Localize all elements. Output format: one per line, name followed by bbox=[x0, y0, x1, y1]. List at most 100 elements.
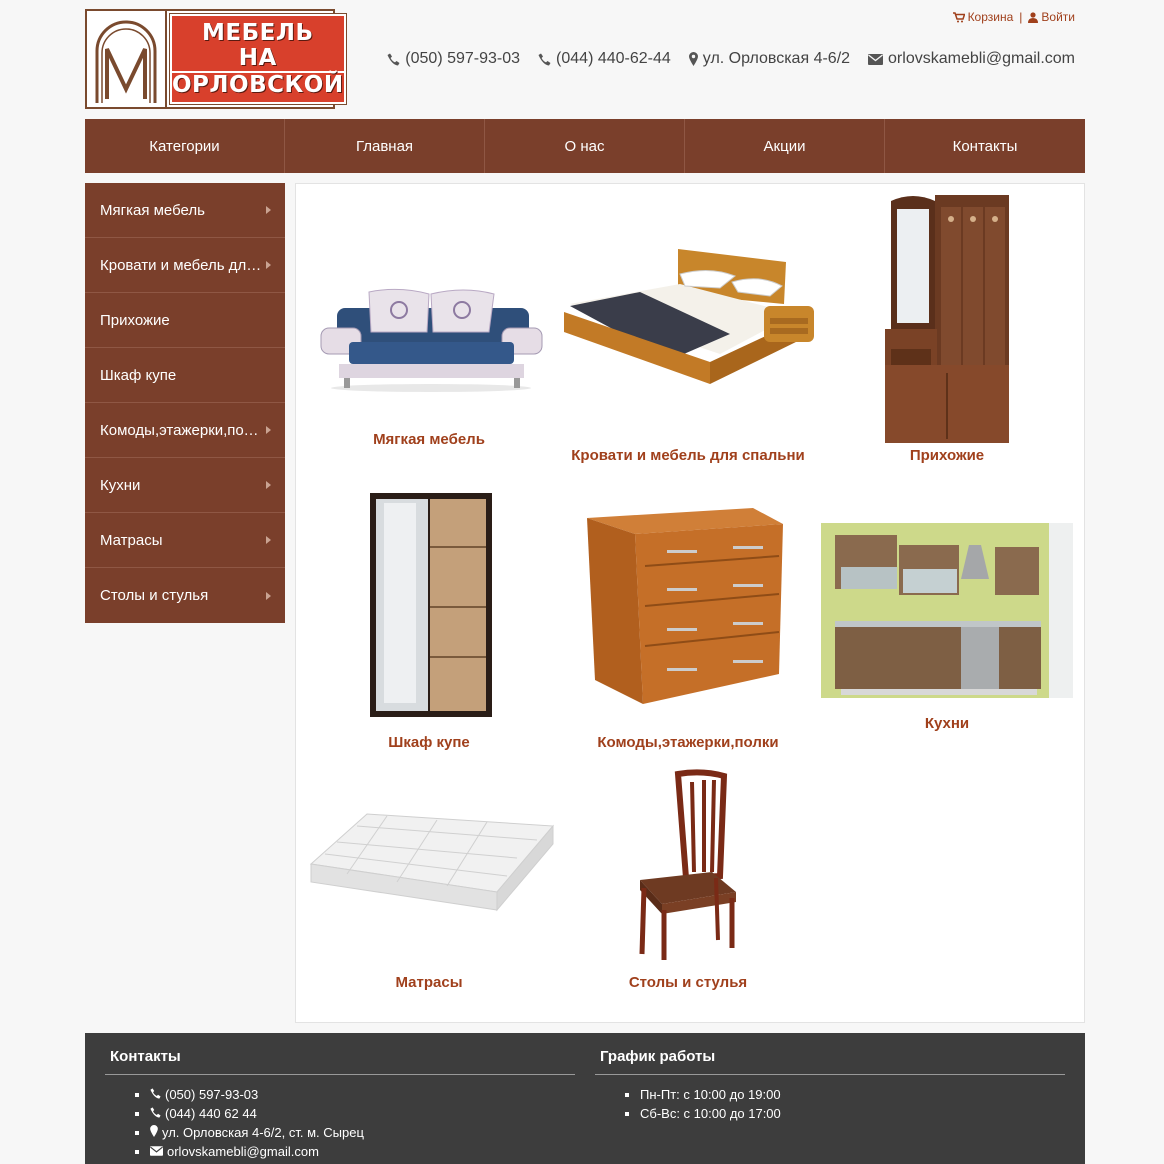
sidebar-item-mattresses[interactable]: Матрасы bbox=[85, 513, 285, 568]
sidebar-item-kitchens[interactable]: Кухни bbox=[85, 458, 285, 513]
sidebar-item-label: Кровати и мебель для спальни bbox=[100, 256, 265, 274]
caret-right-icon bbox=[266, 481, 271, 489]
login-label: Войти bbox=[1041, 10, 1075, 24]
caret-right-icon bbox=[266, 261, 271, 269]
sidebar-item-label: Матрасы bbox=[100, 531, 163, 549]
hallway-image bbox=[885, 195, 1009, 443]
footer-address: ул. Орловская 4-6/2, ст. м. Сырец bbox=[150, 1123, 575, 1142]
category-grid: Мягкая мебель Кровати и мебель для спаль… bbox=[295, 183, 1085, 1023]
logo-emblem bbox=[87, 11, 167, 107]
category-title: Мягкая мебель bbox=[373, 431, 485, 448]
phone-icon bbox=[150, 1106, 161, 1121]
cart-label: Корзина bbox=[967, 10, 1014, 24]
site-logo[interactable]: МЕБЕЛЬ НА ОРЛОВСКОЙ bbox=[85, 9, 347, 109]
footer-email[interactable]: orlovskamebli@gmail.com bbox=[150, 1142, 575, 1161]
category-tile-dressers[interactable]: Комоды,этажерки,полки bbox=[558, 504, 818, 754]
header-phone-2[interactable]: (044) 440-62-44 bbox=[538, 50, 671, 68]
sidebar-item-label: Кухни bbox=[100, 476, 141, 494]
phone-icon bbox=[538, 53, 551, 65]
footer-address-text: ул. Орловская 4-6/2, ст. м. Сырец bbox=[162, 1125, 364, 1140]
logo-line-3: ОРЛОВСКОЙ bbox=[172, 71, 344, 98]
header-email[interactable]: orlovskamebli@gmail.com bbox=[868, 50, 1075, 68]
category-tile-hallways[interactable]: Прихожие bbox=[817, 189, 1077, 469]
footer-phone-2-text: (044) 440 62 44 bbox=[165, 1106, 257, 1121]
sidebar-item-label: Шкаф купе bbox=[100, 366, 177, 384]
category-title: Шкаф купе bbox=[388, 734, 470, 751]
header-phone-1-text: (050) 597-93-03 bbox=[405, 50, 521, 67]
logo-line-2: НА bbox=[238, 44, 277, 71]
cart-icon bbox=[952, 11, 965, 22]
sofa-image bbox=[320, 288, 543, 392]
header-address-text: ул. Орловская 4-6/2 bbox=[702, 50, 851, 67]
category-tile-kitchens[interactable]: Кухни bbox=[817, 519, 1077, 749]
footer-contacts-title: Контакты bbox=[105, 1033, 575, 1075]
nav-item-categories[interactable]: Категории bbox=[85, 119, 285, 173]
user-icon bbox=[1028, 11, 1039, 23]
caret-right-icon bbox=[266, 591, 271, 600]
caret-right-icon bbox=[266, 536, 271, 544]
chair-image bbox=[639, 769, 736, 960]
category-tile-beds[interactable]: Кровати и мебель для спальни bbox=[558, 244, 818, 474]
kitchen-image bbox=[821, 523, 1073, 698]
map-marker-icon bbox=[688, 52, 698, 66]
mattress-image bbox=[309, 813, 555, 912]
login-link[interactable]: Войти bbox=[1028, 10, 1075, 24]
footer-contacts: Контакты (050) 597-93-03 (044) 440 62 44… bbox=[105, 1033, 575, 1161]
category-tile-wardrobes[interactable]: Шкаф купе bbox=[299, 489, 559, 751]
header-address: ул. Орловская 4-6/2 bbox=[688, 50, 851, 68]
sidebar-item-tables-chairs[interactable]: Столы и стулья bbox=[85, 568, 285, 623]
sidebar-item-dressers[interactable]: Комоды,этажерки,полки bbox=[85, 403, 285, 458]
category-title: Кухни bbox=[924, 715, 970, 732]
sidebar-item-label: Прихожие bbox=[100, 311, 170, 329]
header-contacts: (050) 597-93-03 (044) 440-62-44 ул. Орло… bbox=[387, 50, 1075, 68]
sidebar-item-wardrobes[interactable]: Шкаф купе bbox=[85, 348, 285, 403]
links-separator: | bbox=[1019, 10, 1023, 24]
phone-icon bbox=[150, 1087, 161, 1102]
footer-phone-1[interactable]: (050) 597-93-03 bbox=[150, 1085, 575, 1104]
sidebar-item-beds[interactable]: Кровати и мебель для спальни bbox=[85, 238, 285, 293]
phone-icon bbox=[387, 53, 400, 65]
envelope-icon bbox=[868, 53, 884, 65]
nav-item-about[interactable]: О нас bbox=[485, 119, 685, 173]
logo-line-1: МЕБЕЛЬ bbox=[202, 19, 314, 46]
footer-phone-2[interactable]: (044) 440 62 44 bbox=[150, 1104, 575, 1123]
category-title: Комоды,этажерки,полки bbox=[597, 734, 779, 751]
main-nav: Категории Главная О нас Акции Контакты bbox=[85, 119, 1085, 173]
caret-right-icon bbox=[266, 206, 271, 214]
sidebar-item-label: Комоды,этажерки,полки bbox=[100, 421, 265, 439]
category-title: Прихожие bbox=[909, 447, 985, 464]
header-phone-1[interactable]: (050) 597-93-03 bbox=[387, 50, 520, 68]
nav-item-contacts[interactable]: Контакты bbox=[885, 119, 1085, 173]
account-links: Корзина | Войти bbox=[952, 10, 1075, 24]
sidebar-item-hallways[interactable]: Прихожие bbox=[85, 293, 285, 348]
footer-schedule: График работы Пн-Пт: с 10:00 до 19:00 Сб… bbox=[595, 1033, 1065, 1123]
map-marker-icon bbox=[150, 1125, 158, 1140]
dresser-image bbox=[587, 508, 783, 704]
nav-item-promotions[interactable]: Акции bbox=[685, 119, 885, 173]
category-title: Кровати и мебель для спальни bbox=[571, 447, 805, 464]
wardrobe-image bbox=[370, 493, 492, 717]
header-phone-2-text: (044) 440-62-44 bbox=[556, 50, 671, 67]
sidebar-item-soft-furniture[interactable]: Мягкая мебель bbox=[85, 183, 285, 238]
sidebar-item-label: Столы и стулья bbox=[100, 587, 209, 604]
category-title: Столы и стулья bbox=[628, 974, 748, 991]
schedule-weekends: Сб-Вс: с 10:00 до 17:00 bbox=[640, 1104, 1065, 1123]
category-tile-mattresses[interactable]: Матрасы bbox=[299, 764, 559, 994]
footer-phone-1-text: (050) 597-93-03 bbox=[165, 1087, 259, 1102]
bed-image bbox=[564, 249, 814, 384]
schedule-weekdays: Пн-Пт: с 10:00 до 19:00 bbox=[640, 1085, 1065, 1104]
category-sidebar: Мягкая мебель Кровати и мебель для спаль… bbox=[85, 183, 285, 623]
header-email-text: orlovskamebli@gmail.com bbox=[888, 50, 1075, 67]
logo-wordmark: МЕБЕЛЬ НА ОРЛОВСКОЙ bbox=[169, 13, 347, 105]
cart-link[interactable]: Корзина bbox=[952, 10, 1014, 24]
category-title: Матрасы bbox=[395, 974, 463, 991]
footer-email-text: orlovskamebli@gmail.com bbox=[167, 1144, 319, 1159]
footer-schedule-title: График работы bbox=[595, 1033, 1065, 1075]
site-footer: Контакты (050) 597-93-03 (044) 440 62 44… bbox=[85, 1033, 1085, 1164]
caret-right-icon bbox=[266, 426, 271, 434]
sidebar-item-label: Мягкая мебель bbox=[100, 201, 205, 219]
nav-item-home[interactable]: Главная bbox=[285, 119, 485, 173]
category-tile-soft-furniture[interactable]: Мягкая мебель bbox=[299, 244, 559, 454]
category-tile-tables-chairs[interactable]: Столы и стулья bbox=[558, 764, 818, 994]
envelope-icon bbox=[150, 1144, 163, 1159]
